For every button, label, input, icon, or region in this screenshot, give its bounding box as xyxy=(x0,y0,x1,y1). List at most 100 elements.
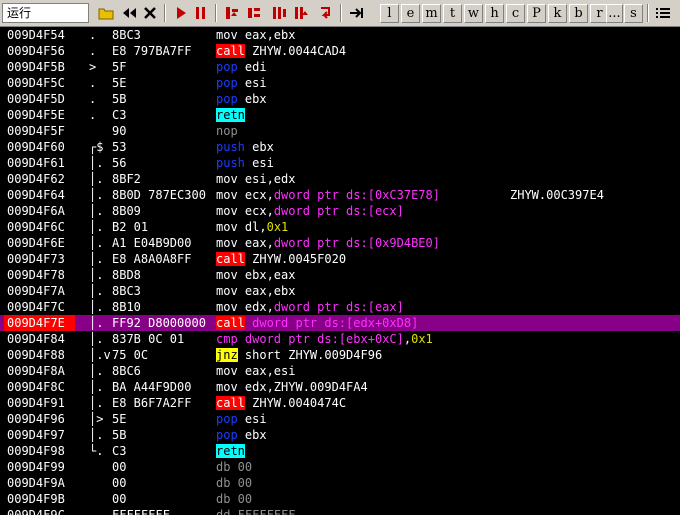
instruction-row[interactable]: 009D4F64 │. 8B0D 787EC300 mov ecx,dword ptr… xyxy=(0,187,680,203)
instruction-row[interactable]: 009D4F5C. 5E pop esi xyxy=(0,75,680,91)
flow-marker: . xyxy=(89,92,97,106)
instruction-token: pop xyxy=(216,92,238,106)
hex-bytes-cell: 5E xyxy=(112,76,127,90)
instruction-row[interactable]: 009D4F98 └. C3 retn xyxy=(0,443,680,459)
disassembly-cell: mov ecx,dword ptr ds:[ecx] xyxy=(216,203,404,219)
disassembly-cell: call dword ptr ds:[edx+0xD8] xyxy=(216,315,418,331)
instruction-row[interactable]: 009D4F7A │. 8BC3 mov eax,ebx xyxy=(0,283,680,299)
instruction-token: eax,ebx xyxy=(244,284,296,298)
modules-window-button[interactable]: e xyxy=(401,4,420,23)
step-over-icon[interactable] xyxy=(245,4,263,22)
address-cell: 009D4F7E xyxy=(4,315,75,331)
instruction-row[interactable]: 009D4F5D. 5B pop ebx xyxy=(0,91,680,107)
log-window-button[interactable]: l xyxy=(380,4,399,23)
instruction-row[interactable]: 009D4F84 │. 837B 0C 01 cmp dword ptr ds:[eb… xyxy=(0,331,680,347)
instruction-token: db 00 xyxy=(216,492,253,506)
flow-marker: │. xyxy=(89,300,104,314)
flow-marker: │. xyxy=(89,316,104,330)
instruction-row[interactable]: 009D4F54. 8BC3 mov eax,ebx xyxy=(0,27,680,43)
instruction-token: ebx xyxy=(237,428,267,442)
call-stack-window-button[interactable]: k xyxy=(548,4,567,23)
instruction-row[interactable]: 009D4F60 ┌$ 53 push ebx xyxy=(0,139,680,155)
flow-marker: │. xyxy=(89,188,104,202)
instruction-row[interactable]: 009D4F6C │. B2 01 mov dl,0x1 xyxy=(0,219,680,235)
instruction-row[interactable]: 009D4F61 │. 56 push esi xyxy=(0,155,680,171)
flow-marker: └. xyxy=(89,444,104,458)
instruction-token: mov xyxy=(216,220,245,234)
rewind-icon[interactable] xyxy=(120,4,138,22)
disassembly-cell: mov esi,edx xyxy=(216,171,295,187)
disassembly-cell: jnz short ZHYW.009D4F96 xyxy=(216,347,382,363)
instruction-row[interactable]: 009D4F96 │> 5E pop esi xyxy=(0,411,680,427)
hex-bytes-cell: 56 xyxy=(112,156,127,170)
disassembly-listing[interactable]: 009D4F54. 8BC3 mov eax,ebx 009D4F56. E8 797B… xyxy=(0,27,680,515)
instruction-row[interactable]: 009D4F5E. C3 retn xyxy=(0,107,680,123)
instruction-row[interactable]: 009D4F8A │. 8BC6 mov eax,esi xyxy=(0,363,680,379)
instruction-row[interactable]: 009D4F6A │. 8B09 mov ecx,dword ptr ds:[ecx] xyxy=(0,203,680,219)
instruction-token: mov xyxy=(216,172,245,186)
instruction-row[interactable]: 009D4F78 │. 8BD8 mov ebx,eax xyxy=(0,267,680,283)
flow-marker: │. xyxy=(89,204,104,218)
instruction-row[interactable]: 009D4F9B 00 db 00 xyxy=(0,491,680,507)
handles-window-button[interactable]: h xyxy=(485,4,504,23)
disassembly-cell: mov eax,ebx xyxy=(216,283,295,299)
instruction-token: push xyxy=(216,140,245,154)
hex-bytes-cell: 8BC3 xyxy=(112,28,141,42)
threads-window-button[interactable]: t xyxy=(443,4,462,23)
instruction-row[interactable]: 009D4F9C FFFFFFFF dd FFFFFFFF xyxy=(0,507,680,515)
instruction-row[interactable]: 009D4F5B >5F pop edi xyxy=(0,59,680,75)
selected-instruction-row[interactable]: 009D4F7E │. FF92 D8000000 call dword ptr ds… xyxy=(0,315,680,331)
instruction-token: ZHYW.0045F020 xyxy=(244,252,347,266)
memory-window-button[interactable]: m xyxy=(422,4,441,23)
list-view-icon[interactable] xyxy=(654,4,672,22)
instruction-row[interactable]: 009D4F97 │. 5B pop ebx xyxy=(0,427,680,443)
close-icon[interactable] xyxy=(141,4,159,22)
disassembly-cell: db 00 xyxy=(216,459,252,475)
pause-icon[interactable] xyxy=(192,4,210,22)
instruction-row[interactable]: 009D4F73 │. E8 A8A0A8FF call ZHYW.0045F020 xyxy=(0,251,680,267)
address-cell: 009D4F9B xyxy=(7,492,65,506)
hex-bytes-cell: 5B xyxy=(112,92,127,106)
instruction-row[interactable]: 009D4F99 00 db 00 xyxy=(0,459,680,475)
instruction-row[interactable]: 009D4F6E │. A1 E04B9D00 mov eax,dword ptr d… xyxy=(0,235,680,251)
patches-window-button[interactable]: P xyxy=(527,4,546,23)
flow-marker: │. xyxy=(89,252,104,266)
execute-till-return-icon[interactable] xyxy=(317,4,335,22)
disassembly-cell: call ZHYW.0044CAD4 xyxy=(216,43,346,59)
instruction-row[interactable]: 009D4F8C │. BA A44F9D00 mov edx,ZHYW.009D4F… xyxy=(0,379,680,395)
instruction-row[interactable]: 009D4F62 │. 8BF2 mov esi,edx xyxy=(0,171,680,187)
instruction-token: ZHYW.0040474C xyxy=(244,396,347,410)
run-icon[interactable] xyxy=(172,4,190,22)
flow-marker: │. xyxy=(89,220,104,234)
address-cell: 009D4F91 xyxy=(7,396,65,410)
instruction-row[interactable]: 009D4F7C │. 8B10 mov edx,dword ptr ds:[eax] xyxy=(0,299,680,315)
hex-bytes-cell: 90 xyxy=(112,124,127,138)
address-cell: 009D4F98 xyxy=(7,444,65,458)
hex-bytes-cell: 00 xyxy=(112,476,127,490)
instruction-row[interactable]: 009D4F5F 90 nop xyxy=(0,123,680,139)
address-cell: 009D4F88 xyxy=(7,348,65,362)
disassembly-cell: retn xyxy=(216,107,245,123)
trace-into-icon[interactable] xyxy=(270,4,288,22)
instruction-row[interactable]: 009D4F91 │. E8 B6F7A2FF call ZHYW.0040474C xyxy=(0,395,680,411)
instruction-row[interactable]: 009D4F88 │.v 75 0C jnz short ZHYW.009D4F96 xyxy=(0,347,680,363)
address-cell: 009D4F84 xyxy=(7,332,65,346)
toolbar: 运行 l e m t w h c P k b r ... s xyxy=(0,0,680,27)
instruction-row[interactable]: 009D4F9A 00 db 00 xyxy=(0,475,680,491)
windows-window-button[interactable]: w xyxy=(464,4,483,23)
hex-bytes-cell: FFFFFFFF xyxy=(112,508,170,515)
breakpoints-window-button[interactable]: b xyxy=(569,4,588,23)
source-window-button[interactable]: s xyxy=(624,4,643,23)
step-into-icon[interactable] xyxy=(223,4,241,22)
trace-over-icon[interactable] xyxy=(292,4,310,22)
goto-icon[interactable] xyxy=(348,4,366,22)
run-trace-window-button[interactable]: ... xyxy=(606,4,623,23)
instruction-row[interactable]: 009D4F56. E8 797BA7FF call ZHYW.0044CAD4 xyxy=(0,43,680,59)
disassembly-cell: call ZHYW.0040474C xyxy=(216,395,346,411)
hex-bytes-cell: B2 01 xyxy=(112,220,149,234)
instruction-token: ebx,eax xyxy=(244,268,296,282)
flow-marker: │. xyxy=(89,364,104,378)
cpu-window-button[interactable]: c xyxy=(506,4,525,23)
address-cell: 009D4F96 xyxy=(7,412,65,426)
open-file-icon[interactable] xyxy=(97,4,115,22)
